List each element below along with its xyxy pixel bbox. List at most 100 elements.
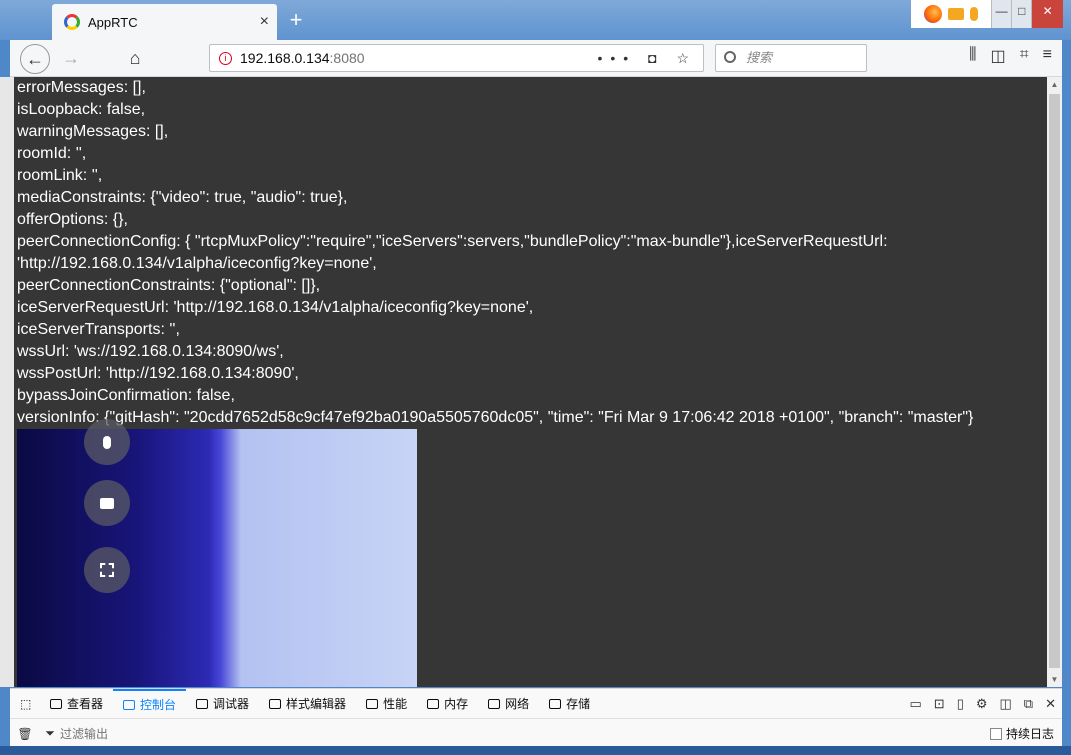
devtools-tab-3[interactable]: 样式编辑器: [259, 689, 356, 719]
popout-icon[interactable]: ⧉: [1024, 696, 1033, 712]
responsive-icon[interactable]: ▯: [957, 696, 964, 712]
performance-icon: [366, 698, 379, 709]
apprtc-logo-icon: [64, 14, 80, 30]
log-line: 'http://192.168.0.134/v1alpha/iceconfig?…: [17, 255, 377, 272]
browser-window: AppRTC × + — □ ✕ ← → ⌂ i 192.168.0.134:8…: [0, 0, 1071, 755]
search-icon: [724, 51, 736, 63]
devtools-tab-label: 查看器: [67, 696, 104, 711]
console-filter-bar: 🗑 ⏷ 过滤输出 持续日志: [10, 720, 1062, 747]
devtools-tab-4[interactable]: 性能: [356, 689, 417, 719]
local-video[interactable]: [17, 419, 417, 687]
microphone-icon: [103, 435, 111, 449]
home-button[interactable]: ⌂: [120, 44, 150, 74]
mute-video-button[interactable]: [84, 480, 130, 526]
close-window-button[interactable]: ✕: [1031, 0, 1064, 28]
url-port: :8080: [329, 50, 365, 66]
camera-icon: [948, 8, 964, 20]
devtools-tab-label: 控制台: [140, 697, 177, 712]
tab-apprtc[interactable]: AppRTC ×: [52, 4, 277, 40]
log-line: peerConnectionConstraints: {"optional": …: [17, 277, 321, 294]
devtools-actions: ▭ ⊡ ▯ ⚙ ◫ ⧉ ✕: [909, 689, 1056, 719]
inspector-icon: [50, 698, 62, 709]
console-icon: [123, 699, 136, 710]
navigation-bar: ← → ⌂ i 192.168.0.134:8080 ••• ◘ ☆ 搜索 ⫼ …: [10, 40, 1062, 77]
persist-logs-checkbox[interactable]: 持续日志: [989, 725, 1062, 742]
log-line: warningMessages: [],: [17, 123, 169, 140]
settings-icon[interactable]: ⚙: [976, 696, 988, 712]
tab-title: AppRTC: [88, 14, 138, 30]
persist-logs-label: 持续日志: [1005, 727, 1054, 741]
maximize-button[interactable]: □: [1011, 0, 1032, 28]
url-host: 192.168.0.134: [240, 50, 330, 66]
site-info-icon[interactable]: i: [219, 52, 232, 65]
split-console-icon[interactable]: ⊡: [934, 696, 945, 712]
screenshot-icon[interactable]: ⌗: [1020, 46, 1029, 66]
devtools-panel: ⬚ 查看器 控制台 调试器 样式编辑器 性能 内存 网络 存储 ▭ ⊡ ▯ ⚙ ◫ ⧉ ✕ 🗑…: [10, 688, 1062, 746]
devtools-tab-6[interactable]: 网络: [478, 689, 539, 719]
devtools-tab-label: 网络: [505, 696, 530, 711]
log-line: mediaConstraints: {"video": true, "audio…: [17, 189, 348, 206]
filter-icon: ⏷: [45, 726, 55, 740]
page-actions[interactable]: ••• ◘ ☆: [598, 45, 698, 71]
dock-icon[interactable]: ▭: [909, 696, 921, 712]
network-icon: [488, 698, 501, 709]
log-line: wssUrl: 'ws://192.168.0.134:8090/ws',: [17, 343, 284, 360]
devtools-tab-label: 性能: [383, 696, 408, 711]
storage-icon: [549, 698, 562, 709]
tab-close-icon[interactable]: ×: [260, 13, 269, 31]
config-log: errorMessages: [], isLoopback: false, warn…: [17, 77, 1047, 429]
log-line: roomLink: '',: [17, 167, 103, 184]
log-line: iceServerTransports: '',: [17, 321, 180, 338]
dock-side-icon[interactable]: ◫: [1000, 696, 1012, 712]
scroll-down-icon[interactable]: ▼: [1047, 672, 1062, 687]
memory-icon: [427, 698, 440, 709]
close-devtools-icon[interactable]: ✕: [1045, 696, 1056, 712]
devtools-tab-label: 存储: [566, 696, 591, 711]
minimize-button[interactable]: —: [991, 0, 1012, 28]
log-line: offerOptions: {},: [17, 211, 128, 228]
element-picker-icon[interactable]: ⬚: [10, 689, 40, 719]
filter-input[interactable]: 过滤输出: [60, 725, 990, 742]
mute-audio-button[interactable]: [84, 419, 130, 465]
sharing-indicator[interactable]: [911, 0, 991, 28]
firefox-icon: [924, 5, 942, 23]
fullscreen-button[interactable]: [84, 547, 130, 593]
taskbar: [0, 746, 1071, 755]
log-line: errorMessages: [],: [17, 79, 146, 96]
sidebar-icon[interactable]: ◫: [991, 46, 1006, 66]
desktop-edge: [0, 77, 14, 687]
microphone-icon: [970, 7, 978, 21]
devtools-tab-7[interactable]: 存储: [539, 689, 600, 719]
camera-icon: [100, 497, 114, 509]
fullscreen-icon: [100, 563, 114, 577]
search-input[interactable]: 搜索: [715, 44, 867, 72]
clear-console-icon[interactable]: 🗑: [10, 727, 40, 741]
devtools-tab-label: 内存: [444, 696, 469, 711]
scroll-up-icon[interactable]: ▲: [1047, 77, 1062, 92]
forward-button[interactable]: →: [56, 44, 86, 74]
search-placeholder: 搜索: [746, 50, 773, 65]
log-line: versionInfo: {"gitHash": "20cdd7652d58c9…: [17, 409, 974, 426]
page-content: errorMessages: [], isLoopback: false, warn…: [14, 77, 1047, 687]
log-line: isLoopback: false,: [17, 101, 146, 118]
devtools-tab-5[interactable]: 内存: [417, 689, 478, 719]
log-line: wssPostUrl: 'http://192.168.0.134:8090',: [17, 365, 299, 382]
new-tab-button[interactable]: +: [283, 8, 309, 34]
devtools-tabs: ⬚ 查看器 控制台 调试器 样式编辑器 性能 内存 网络 存储 ▭ ⊡ ▯ ⚙ ◫ ⧉ ✕: [10, 688, 1062, 719]
url-bar[interactable]: i 192.168.0.134:8080 ••• ◘ ☆: [209, 44, 704, 72]
log-line: bypassJoinConfirmation: false,: [17, 387, 235, 404]
back-button[interactable]: ←: [20, 44, 50, 74]
devtools-tab-2[interactable]: 调试器: [186, 689, 259, 719]
scroll-thumb[interactable]: [1049, 94, 1060, 668]
devtools-tab-1[interactable]: 控制台: [113, 688, 187, 719]
devtools-tab-0[interactable]: 查看器: [40, 689, 113, 719]
window-controls: — □ ✕: [911, 0, 1064, 28]
library-icon[interactable]: ⫼: [969, 46, 976, 66]
menu-icon[interactable]: ≡: [1043, 46, 1052, 66]
log-line: peerConnectionConfig: { "rtcpMuxPolicy":…: [17, 233, 888, 250]
checkbox-box[interactable]: [989, 727, 1002, 740]
log-line: roomId: '',: [17, 145, 87, 162]
vertical-scrollbar[interactable]: ▲ ▼: [1047, 77, 1062, 687]
debugger-icon: [196, 698, 209, 709]
log-line: iceServerRequestUrl: 'http://192.168.0.1…: [17, 299, 534, 316]
